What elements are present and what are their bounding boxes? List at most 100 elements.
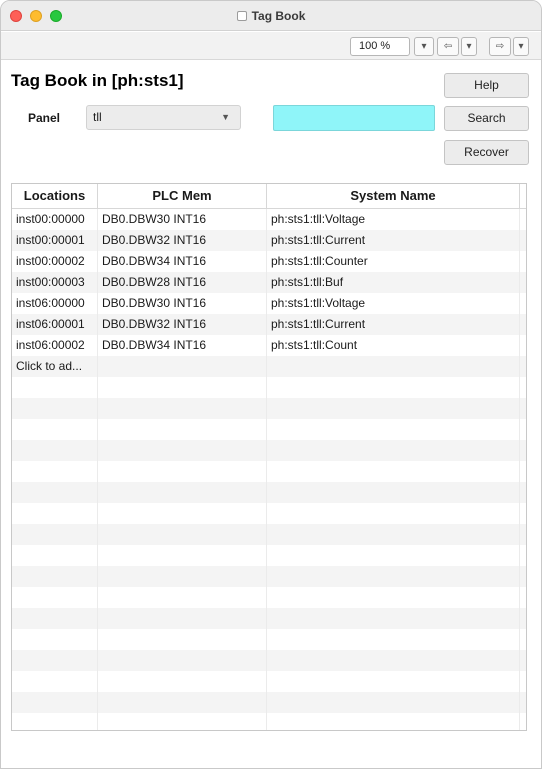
- cell-spacer: [520, 251, 526, 272]
- column-header-plc-mem[interactable]: PLC Mem: [98, 184, 267, 208]
- empty-cell: [12, 671, 98, 692]
- cell-location[interactable]: inst06:00002: [12, 335, 98, 356]
- cell-plc-mem[interactable]: [98, 356, 267, 377]
- empty-row: [12, 524, 526, 545]
- empty-cell: [98, 377, 267, 398]
- main-content: Tag Book in [ph:sts1] Help Panel tll ▼ S…: [1, 61, 541, 768]
- empty-row: [12, 671, 526, 692]
- cell-system-name[interactable]: ph:sts1:tll:Buf: [267, 272, 520, 293]
- back-button[interactable]: ⇦: [437, 37, 459, 56]
- empty-row: [12, 650, 526, 671]
- empty-cell: [267, 587, 520, 608]
- table-header: Locations PLC Mem System Name: [12, 184, 526, 209]
- cell-system-name[interactable]: ph:sts1:tll:Voltage: [267, 293, 520, 314]
- panel-selected-value: tll: [93, 110, 102, 124]
- empty-cell: [267, 692, 520, 713]
- cell-plc-mem[interactable]: DB0.DBW32 INT16: [98, 230, 267, 251]
- empty-cell: [12, 587, 98, 608]
- cell-plc-mem[interactable]: DB0.DBW28 INT16: [98, 272, 267, 293]
- cell-location[interactable]: inst06:00001: [12, 314, 98, 335]
- empty-row: [12, 713, 526, 730]
- empty-cell: [12, 440, 98, 461]
- table-row[interactable]: inst00:00000 DB0.DBW30 INT16 ph:sts1:tll…: [12, 209, 526, 230]
- add-row-item[interactable]: Click to ad...: [12, 356, 526, 377]
- empty-cell: [520, 629, 526, 650]
- empty-cell: [267, 419, 520, 440]
- empty-row: [12, 419, 526, 440]
- empty-row: [12, 587, 526, 608]
- table-row[interactable]: inst00:00003 DB0.DBW28 INT16 ph:sts1:tll…: [12, 272, 526, 293]
- empty-cell: [98, 629, 267, 650]
- help-button[interactable]: Help: [444, 73, 529, 98]
- search-button[interactable]: Search: [444, 106, 529, 131]
- caret-down-icon: ▾: [518, 41, 524, 52]
- empty-cell: [12, 398, 98, 419]
- empty-cell: [98, 461, 267, 482]
- zoom-field[interactable]: 100 %: [350, 37, 410, 56]
- empty-row: [12, 482, 526, 503]
- table-row[interactable]: inst06:00002 DB0.DBW34 INT16 ph:sts1:tll…: [12, 335, 526, 356]
- panel-select[interactable]: tll ▼: [86, 105, 241, 130]
- empty-cell: [98, 545, 267, 566]
- cell-plc-mem[interactable]: DB0.DBW30 INT16: [98, 209, 267, 230]
- cell-location[interactable]: inst00:00003: [12, 272, 98, 293]
- empty-cell: [520, 671, 526, 692]
- empty-row: [12, 692, 526, 713]
- table-row[interactable]: inst00:00002 DB0.DBW34 INT16 ph:sts1:tll…: [12, 251, 526, 272]
- cell-location[interactable]: inst06:00000: [12, 293, 98, 314]
- arrow-left-icon: ⇦: [443, 41, 453, 52]
- cell-system-name[interactable]: ph:sts1:tll:Counter: [267, 251, 520, 272]
- cell-system-name[interactable]: ph:sts1:tll:Current: [267, 314, 520, 335]
- cell-plc-mem[interactable]: DB0.DBW30 INT16: [98, 293, 267, 314]
- cell-plc-mem[interactable]: DB0.DBW32 INT16: [98, 314, 267, 335]
- forward-history-dropdown[interactable]: ▾: [513, 37, 529, 56]
- table-row[interactable]: inst00:00001 DB0.DBW32 INT16 ph:sts1:tll…: [12, 230, 526, 251]
- empty-cell: [267, 377, 520, 398]
- recover-button[interactable]: Recover: [444, 140, 529, 165]
- cell-location[interactable]: inst00:00000: [12, 209, 98, 230]
- empty-row: [12, 398, 526, 419]
- table-row[interactable]: inst06:00001 DB0.DBW32 INT16 ph:sts1:tll…: [12, 314, 526, 335]
- empty-cell: [267, 545, 520, 566]
- empty-cell: [98, 713, 267, 730]
- empty-cell: [520, 566, 526, 587]
- empty-cell: [267, 713, 520, 730]
- empty-cell: [12, 692, 98, 713]
- empty-cell: [520, 503, 526, 524]
- back-history-dropdown[interactable]: ▾: [461, 37, 477, 56]
- empty-cell: [267, 503, 520, 524]
- cell-plc-mem[interactable]: DB0.DBW34 INT16: [98, 251, 267, 272]
- column-header-system-name[interactable]: System Name: [267, 184, 520, 208]
- cell-spacer: [520, 335, 526, 356]
- column-header-locations[interactable]: Locations: [12, 184, 98, 208]
- cell-system-name[interactable]: [267, 356, 520, 377]
- empty-cell: [267, 440, 520, 461]
- empty-cell: [12, 713, 98, 730]
- forward-button[interactable]: ⇨: [489, 37, 511, 56]
- empty-cell: [520, 545, 526, 566]
- window-title-area: Tag Book: [1, 1, 541, 31]
- empty-cell: [520, 587, 526, 608]
- cell-system-name[interactable]: ph:sts1:tll:Count: [267, 335, 520, 356]
- cell-location[interactable]: inst00:00001: [12, 230, 98, 251]
- zoom-dropdown-button[interactable]: ▾: [414, 37, 434, 56]
- empty-cell: [520, 692, 526, 713]
- search-input[interactable]: [273, 105, 435, 131]
- empty-row: [12, 377, 526, 398]
- empty-cell: [267, 608, 520, 629]
- table-row[interactable]: inst06:00000 DB0.DBW30 INT16 ph:sts1:tll…: [12, 293, 526, 314]
- panel-label: Panel: [28, 111, 61, 125]
- cell-plc-mem[interactable]: DB0.DBW34 INT16: [98, 335, 267, 356]
- cell-system-name[interactable]: ph:sts1:tll:Voltage: [267, 209, 520, 230]
- add-row-cell[interactable]: Click to ad...: [12, 356, 98, 377]
- table-body: inst00:00000 DB0.DBW30 INT16 ph:sts1:tll…: [12, 209, 526, 730]
- empty-cell: [12, 461, 98, 482]
- empty-cell: [520, 524, 526, 545]
- empty-row: [12, 608, 526, 629]
- tag-book-window: Tag Book 100 % ▾ ⇦ ▾ ⇨ ▾ Tag Book in [ph…: [0, 0, 542, 769]
- chevron-down-icon: ▼: [221, 112, 230, 122]
- cell-system-name[interactable]: ph:sts1:tll:Current: [267, 230, 520, 251]
- cell-location[interactable]: inst00:00002: [12, 251, 98, 272]
- empty-cell: [98, 482, 267, 503]
- empty-cell: [98, 650, 267, 671]
